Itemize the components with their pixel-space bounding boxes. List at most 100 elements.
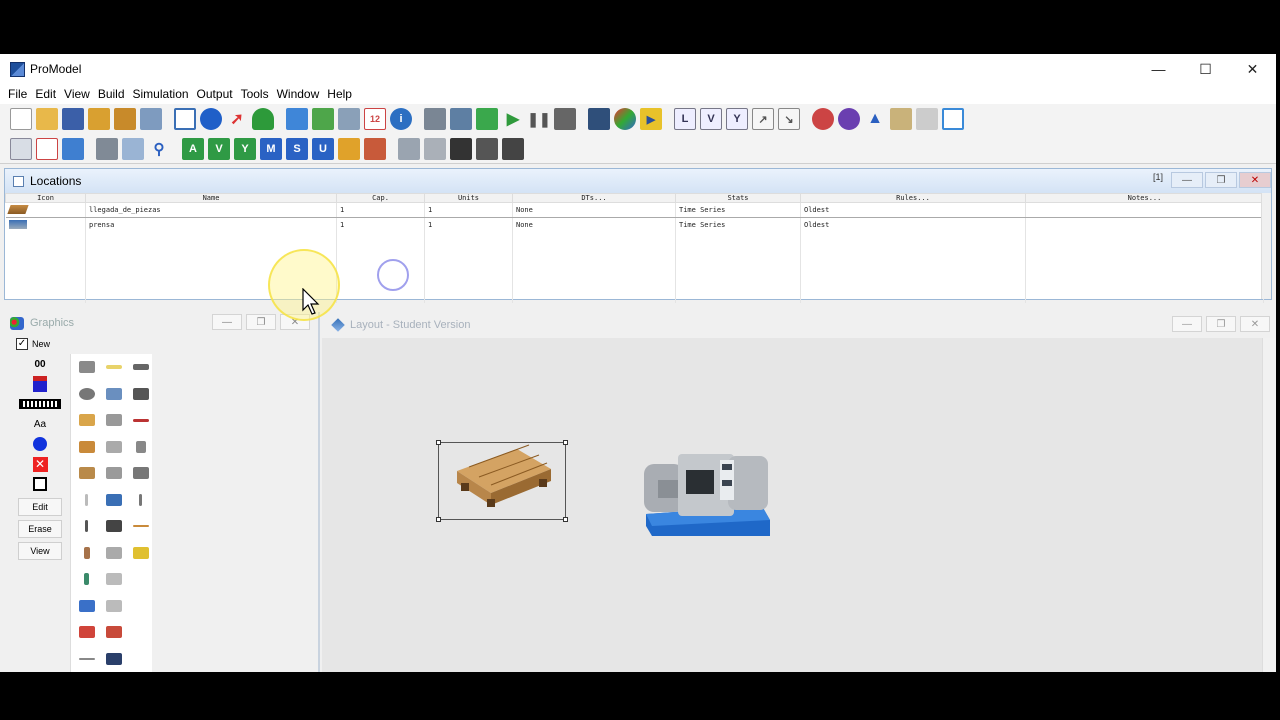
library-graphic[interactable] xyxy=(100,566,127,593)
row-icon-cell[interactable] xyxy=(5,217,86,233)
library-graphic[interactable] xyxy=(100,513,127,540)
library-graphic[interactable] xyxy=(73,407,100,434)
col-icon[interactable]: Icon xyxy=(5,193,86,203)
library-graphic[interactable] xyxy=(127,354,154,381)
library-graphic[interactable] xyxy=(127,593,154,620)
scale-icon[interactable] xyxy=(36,137,58,160)
background-graphics-icon[interactable] xyxy=(338,108,360,130)
layout-restore-button[interactable]: ❐ xyxy=(1206,316,1236,332)
locations-restore-button[interactable]: ❐ xyxy=(1205,172,1237,188)
path-networks-icon[interactable]: ➚ xyxy=(226,108,248,130)
library-graphic[interactable] xyxy=(127,381,154,408)
macros-button[interactable]: M xyxy=(260,137,282,160)
library-graphic[interactable] xyxy=(73,460,100,487)
col-dts[interactable]: DTs... xyxy=(512,193,676,203)
library-graphic[interactable] xyxy=(100,619,127,646)
edit-button[interactable]: Edit xyxy=(18,498,62,516)
triangle-icon[interactable]: ▲ xyxy=(864,108,886,130)
counter-tool[interactable]: 00 xyxy=(16,354,64,374)
graph-v-icon[interactable]: V xyxy=(700,108,722,130)
graphics-minimize-button[interactable]: — xyxy=(212,314,242,330)
library-graphic[interactable] xyxy=(73,513,100,540)
chart-compare-icon[interactable]: ↘ xyxy=(778,108,800,130)
name-cell[interactable]: prensa xyxy=(85,217,337,233)
layout-minimize-button[interactable]: — xyxy=(1172,316,1202,332)
library-graphic[interactable] xyxy=(127,540,154,567)
locations-icon[interactable] xyxy=(174,108,196,130)
location-llegada-de-piezas[interactable] xyxy=(436,440,568,522)
options-icon[interactable] xyxy=(916,108,938,130)
graph-y-icon[interactable]: Y xyxy=(726,108,748,130)
layout-close-button[interactable]: ✕ xyxy=(1240,316,1270,332)
erase-button[interactable]: Erase xyxy=(18,520,62,538)
menu-window[interactable]: Window xyxy=(273,87,324,101)
arrays-button[interactable]: Y xyxy=(234,137,256,160)
builder-icon[interactable] xyxy=(502,137,524,160)
library-graphic[interactable] xyxy=(73,434,100,461)
library-graphic[interactable] xyxy=(100,381,127,408)
shift-calendar-icon[interactable]: 12 xyxy=(364,108,386,130)
3d-animator-icon[interactable] xyxy=(614,108,636,130)
library-graphic[interactable] xyxy=(100,487,127,514)
minimize-button[interactable]: — xyxy=(1135,54,1182,84)
entities-icon[interactable] xyxy=(200,108,222,130)
export-icon[interactable] xyxy=(476,137,498,160)
stats-cell[interactable]: Time Series xyxy=(675,217,801,233)
menu-simulation[interactable]: Simulation xyxy=(129,87,193,101)
table-row[interactable]: prensa 1 1 None Time Series Oldest xyxy=(5,217,1264,233)
locations-minimize-button[interactable]: — xyxy=(1171,172,1203,188)
open-folder-icon[interactable] xyxy=(36,108,58,130)
locations-scrollbar[interactable] xyxy=(1261,193,1271,299)
menu-edit[interactable]: Edit xyxy=(31,87,60,101)
library-graphic[interactable] xyxy=(73,354,100,381)
library-graphic[interactable] xyxy=(73,619,100,646)
zoom-icon[interactable]: ⚲ xyxy=(148,138,170,160)
region-tool[interactable] xyxy=(16,474,64,494)
output-viewer-icon[interactable] xyxy=(588,108,610,130)
autocalc-icon[interactable]: ▶ xyxy=(640,108,662,130)
library-graphic[interactable] xyxy=(127,434,154,461)
library-graphic[interactable] xyxy=(127,513,154,540)
library-graphic[interactable] xyxy=(127,619,154,646)
scenarios-icon[interactable] xyxy=(450,108,472,130)
menu-tools[interactable]: Tools xyxy=(237,87,273,101)
arrivals-icon[interactable] xyxy=(312,108,334,130)
library-graphic[interactable] xyxy=(100,460,127,487)
rules-cell[interactable]: Oldest xyxy=(800,217,1026,233)
monitor-icon[interactable] xyxy=(942,108,964,130)
library-graphic[interactable] xyxy=(127,487,154,514)
library-graphic[interactable] xyxy=(100,407,127,434)
dts-cell[interactable]: None xyxy=(512,202,676,218)
chart-line-icon[interactable]: ↗ xyxy=(752,108,774,130)
col-cap[interactable]: Cap. xyxy=(336,193,425,203)
variables-button[interactable]: V xyxy=(208,137,230,160)
layout-scrollbar[interactable] xyxy=(1262,338,1276,672)
library-graphic[interactable] xyxy=(100,593,127,620)
new-checkbox[interactable]: ✓ New xyxy=(16,338,50,350)
external-files-icon[interactable] xyxy=(338,137,360,160)
units-cell[interactable]: 1 xyxy=(424,202,513,218)
stop-icon[interactable] xyxy=(554,108,576,130)
col-notes[interactable]: Notes... xyxy=(1025,193,1264,203)
col-rules[interactable]: Rules... xyxy=(800,193,1026,203)
stat-fit-icon[interactable] xyxy=(838,108,860,130)
new-file-icon[interactable] xyxy=(10,108,32,130)
user-distributions-button[interactable]: U xyxy=(312,137,334,160)
attributes-button[interactable]: A xyxy=(182,137,204,160)
library-graphic[interactable] xyxy=(100,354,127,381)
graph-l-icon[interactable]: L xyxy=(674,108,696,130)
print-icon[interactable] xyxy=(96,137,118,160)
cost-icon[interactable] xyxy=(398,137,420,160)
row-icon-cell[interactable] xyxy=(5,202,86,218)
locations-close-button[interactable]: ✕ xyxy=(1239,172,1271,188)
col-stats[interactable]: Stats xyxy=(675,193,801,203)
tools-icon[interactable] xyxy=(890,108,912,130)
view-icon[interactable] xyxy=(122,137,144,160)
menu-help[interactable]: Help xyxy=(323,87,356,101)
close-button[interactable]: ✕ xyxy=(1229,54,1276,84)
menu-view[interactable]: View xyxy=(60,87,94,101)
table-row[interactable]: llegada_de_piezas 1 1 None Time Series O… xyxy=(5,202,1264,218)
library-graphic[interactable] xyxy=(73,646,100,673)
run-icon[interactable]: ▶ xyxy=(502,108,524,130)
simulation-options-icon[interactable] xyxy=(424,108,446,130)
